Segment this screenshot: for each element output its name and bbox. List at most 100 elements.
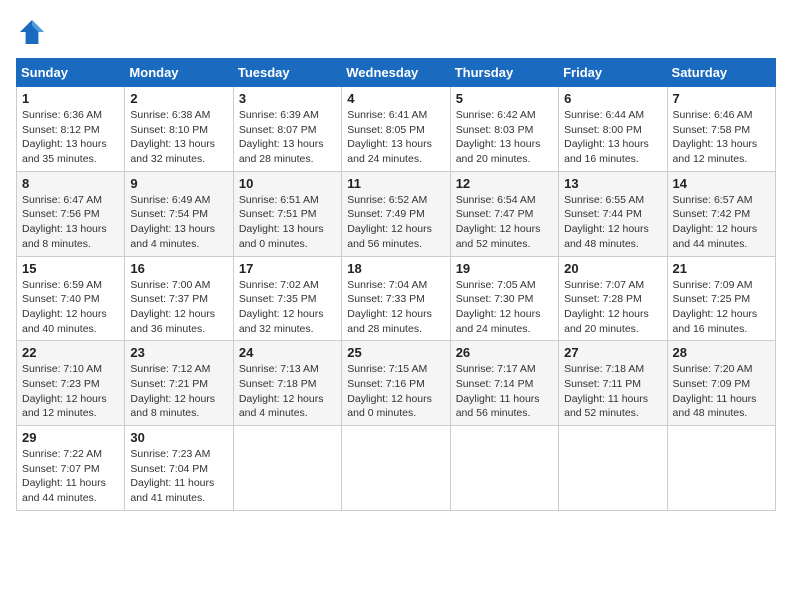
calendar-cell: 13Sunrise: 6:55 AMSunset: 7:44 PMDayligh… [559, 171, 667, 256]
day-detail: Sunrise: 7:23 AMSunset: 7:04 PMDaylight:… [130, 447, 227, 506]
calendar-cell: 20 Sunrise: 7:07 AMSunset: 7:28 PMDayligh… [559, 256, 667, 341]
calendar-cell: 2Sunrise: 6:38 AMSunset: 8:10 PMDaylight… [125, 87, 233, 172]
calendar-cell: 4 Sunrise: 6:41 AMSunset: 8:05 PMDaylight… [342, 87, 450, 172]
day-number: 18 [347, 261, 444, 276]
day-detail: Sunrise: 7:20 AMSunset: 7:09 PMDaylight:… [673, 362, 770, 421]
calendar-cell: 7 Sunrise: 6:46 AMSunset: 7:58 PMDaylight… [667, 87, 775, 172]
day-detail: Sunrise: 6:49 AMSunset: 7:54 PMDaylight:… [130, 193, 227, 252]
calendar-cell [342, 426, 450, 511]
calendar-cell: 29Sunrise: 7:22 AMSunset: 7:07 PMDayligh… [17, 426, 125, 511]
calendar-cell: 6 Sunrise: 6:44 AMSunset: 8:00 PMDaylight… [559, 87, 667, 172]
day-detail: Sunrise: 7:09 AMSunset: 7:25 PMDaylight:… [673, 278, 770, 337]
day-number: 21 [673, 261, 770, 276]
day-detail: Sunrise: 6:51 AMSunset: 7:51 PMDaylight:… [239, 193, 336, 252]
day-header-saturday: Saturday [667, 59, 775, 87]
day-header-wednesday: Wednesday [342, 59, 450, 87]
day-number: 25 [347, 345, 444, 360]
calendar-cell [559, 426, 667, 511]
day-detail: Sunrise: 7:13 AMSunset: 7:18 PMDaylight:… [239, 362, 336, 421]
calendar-table: SundayMondayTuesdayWednesdayThursdayFrid… [16, 58, 776, 511]
day-header-tuesday: Tuesday [233, 59, 341, 87]
day-number: 22 [22, 345, 119, 360]
day-number: 10 [239, 176, 336, 191]
day-number: 16 [130, 261, 227, 276]
day-detail: Sunrise: 6:54 AMSunset: 7:47 PMDaylight:… [456, 193, 553, 252]
day-number: 9 [130, 176, 227, 191]
day-number: 8 [22, 176, 119, 191]
calendar-week-1: 1Sunrise: 6:36 AMSunset: 8:12 PMDaylight… [17, 87, 776, 172]
calendar-week-5: 29Sunrise: 7:22 AMSunset: 7:07 PMDayligh… [17, 426, 776, 511]
day-number: 12 [456, 176, 553, 191]
calendar-header-row: SundayMondayTuesdayWednesdayThursdayFrid… [17, 59, 776, 87]
day-header-friday: Friday [559, 59, 667, 87]
day-number: 3 [239, 91, 336, 106]
day-number: 5 [456, 91, 553, 106]
calendar-cell: 1Sunrise: 6:36 AMSunset: 8:12 PMDaylight… [17, 87, 125, 172]
day-number: 4 [347, 91, 444, 106]
calendar-body: 1Sunrise: 6:36 AMSunset: 8:12 PMDaylight… [17, 87, 776, 511]
day-detail: Sunrise: 6:46 AMSunset: 7:58 PMDaylight:… [673, 108, 770, 167]
calendar-cell: 25 Sunrise: 7:15 AMSunset: 7:16 PMDayligh… [342, 341, 450, 426]
calendar-cell: 15Sunrise: 6:59 AMSunset: 7:40 PMDayligh… [17, 256, 125, 341]
day-number: 19 [456, 261, 553, 276]
day-detail: Sunrise: 6:44 AMSunset: 8:00 PMDaylight:… [564, 108, 661, 167]
day-detail: Sunrise: 7:04 AMSunset: 7:33 PMDaylight:… [347, 278, 444, 337]
day-detail: Sunrise: 7:18 AMSunset: 7:11 PMDaylight:… [564, 362, 661, 421]
page-header [16, 16, 776, 48]
calendar-cell: 17 Sunrise: 7:02 AMSunset: 7:35 PMDayligh… [233, 256, 341, 341]
day-detail: Sunrise: 7:10 AMSunset: 7:23 PMDaylight:… [22, 362, 119, 421]
day-detail: Sunrise: 7:05 AMSunset: 7:30 PMDaylight:… [456, 278, 553, 337]
calendar-cell: 11 Sunrise: 6:52 AMSunset: 7:49 PMDayligh… [342, 171, 450, 256]
day-detail: Sunrise: 6:42 AMSunset: 8:03 PMDaylight:… [456, 108, 553, 167]
day-header-thursday: Thursday [450, 59, 558, 87]
calendar-cell [450, 426, 558, 511]
calendar-cell: 30Sunrise: 7:23 AMSunset: 7:04 PMDayligh… [125, 426, 233, 511]
calendar-cell: 5 Sunrise: 6:42 AMSunset: 8:03 PMDaylight… [450, 87, 558, 172]
day-detail: Sunrise: 6:36 AMSunset: 8:12 PMDaylight:… [22, 108, 119, 167]
day-detail: Sunrise: 7:00 AMSunset: 7:37 PMDaylight:… [130, 278, 227, 337]
calendar-cell [233, 426, 341, 511]
day-number: 27 [564, 345, 661, 360]
calendar-cell: 18 Sunrise: 7:04 AMSunset: 7:33 PMDayligh… [342, 256, 450, 341]
day-number: 13 [564, 176, 661, 191]
calendar-cell: 23 Sunrise: 7:12 AMSunset: 7:21 PMDayligh… [125, 341, 233, 426]
day-number: 20 [564, 261, 661, 276]
calendar-cell: 16 Sunrise: 7:00 AMSunset: 7:37 PMDayligh… [125, 256, 233, 341]
day-detail: Sunrise: 6:39 AMSunset: 8:07 PMDaylight:… [239, 108, 336, 167]
day-detail: Sunrise: 7:02 AMSunset: 7:35 PMDaylight:… [239, 278, 336, 337]
day-number: 26 [456, 345, 553, 360]
calendar-cell: 12 Sunrise: 6:54 AMSunset: 7:47 PMDayligh… [450, 171, 558, 256]
day-number: 17 [239, 261, 336, 276]
day-number: 28 [673, 345, 770, 360]
calendar-week-4: 22 Sunrise: 7:10 AMSunset: 7:23 PMDayligh… [17, 341, 776, 426]
calendar-week-3: 15Sunrise: 6:59 AMSunset: 7:40 PMDayligh… [17, 256, 776, 341]
calendar-cell: 28 Sunrise: 7:20 AMSunset: 7:09 PMDayligh… [667, 341, 775, 426]
day-detail: Sunrise: 7:12 AMSunset: 7:21 PMDaylight:… [130, 362, 227, 421]
calendar-cell: 8Sunrise: 6:47 AMSunset: 7:56 PMDaylight… [17, 171, 125, 256]
calendar-cell: 14Sunrise: 6:57 AMSunset: 7:42 PMDayligh… [667, 171, 775, 256]
day-header-sunday: Sunday [17, 59, 125, 87]
calendar-cell: 21 Sunrise: 7:09 AMSunset: 7:25 PMDayligh… [667, 256, 775, 341]
day-number: 29 [22, 430, 119, 445]
day-number: 14 [673, 176, 770, 191]
day-detail: Sunrise: 7:17 AMSunset: 7:14 PMDaylight:… [456, 362, 553, 421]
day-detail: Sunrise: 6:41 AMSunset: 8:05 PMDaylight:… [347, 108, 444, 167]
logo [16, 16, 52, 48]
calendar-cell: 19 Sunrise: 7:05 AMSunset: 7:30 PMDayligh… [450, 256, 558, 341]
calendar-cell: 26 Sunrise: 7:17 AMSunset: 7:14 PMDayligh… [450, 341, 558, 426]
calendar-cell: 9 Sunrise: 6:49 AMSunset: 7:54 PMDaylight… [125, 171, 233, 256]
calendar-cell: 27 Sunrise: 7:18 AMSunset: 7:11 PMDayligh… [559, 341, 667, 426]
calendar-week-2: 8Sunrise: 6:47 AMSunset: 7:56 PMDaylight… [17, 171, 776, 256]
calendar-cell: 3 Sunrise: 6:39 AMSunset: 8:07 PMDaylight… [233, 87, 341, 172]
day-number: 2 [130, 91, 227, 106]
day-number: 6 [564, 91, 661, 106]
day-number: 7 [673, 91, 770, 106]
calendar-cell [667, 426, 775, 511]
day-detail: Sunrise: 6:52 AMSunset: 7:49 PMDaylight:… [347, 193, 444, 252]
day-detail: Sunrise: 7:15 AMSunset: 7:16 PMDaylight:… [347, 362, 444, 421]
day-number: 23 [130, 345, 227, 360]
day-number: 11 [347, 176, 444, 191]
day-detail: Sunrise: 7:07 AMSunset: 7:28 PMDaylight:… [564, 278, 661, 337]
calendar-cell: 24 Sunrise: 7:13 AMSunset: 7:18 PMDayligh… [233, 341, 341, 426]
day-number: 24 [239, 345, 336, 360]
